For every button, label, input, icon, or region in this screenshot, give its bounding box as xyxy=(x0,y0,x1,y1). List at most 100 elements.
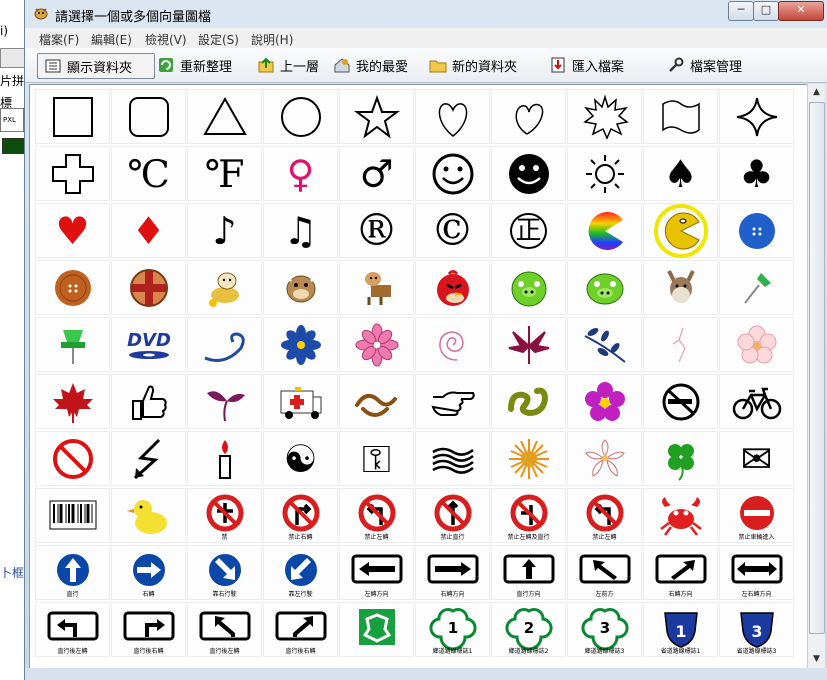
grid-item-pacman[interactable] xyxy=(643,203,718,258)
grid-item-triangle[interactable] xyxy=(187,89,262,144)
grid-item-left-diag-turn[interactable]: 直行後左轉 xyxy=(187,602,262,657)
grid-item-celsius[interactable]: ℃ xyxy=(111,146,186,201)
grid-item-no-left-straight[interactable]: 禁止左轉及直行 xyxy=(491,488,566,543)
new-folder-button[interactable]: 新的資料夾 xyxy=(429,53,517,77)
grid-item-thumbs-up[interactable] xyxy=(111,374,186,429)
grid-item-cow-sign[interactable] xyxy=(339,260,414,315)
grid-item-donkey[interactable] xyxy=(643,260,718,315)
grid-item-angry-bird-red[interactable] xyxy=(415,260,490,315)
manage-files-button[interactable]: 檔案管理 xyxy=(667,53,742,77)
grid-item-right-diag-turn[interactable]: 直行後右轉 xyxy=(263,602,338,657)
grid-item-cow-coins[interactable] xyxy=(187,260,262,315)
grid-item-square[interactable] xyxy=(35,89,110,144)
grid-item-envelope[interactable]: ✉ xyxy=(719,431,794,486)
grid-item-highway-1[interactable]: 1 省道路線標誌1 xyxy=(643,602,718,657)
grid-item-heart[interactable] xyxy=(415,89,490,144)
grid-item-club[interactable]: ♣ xyxy=(719,146,794,201)
grid-item-red-crab[interactable] xyxy=(643,488,718,543)
grid-item-right-direction-sign[interactable]: 右轉方向 xyxy=(415,545,490,600)
menu-settings[interactable]: 設定(S) xyxy=(198,31,239,48)
grid-item-recycle-box[interactable] xyxy=(339,602,414,657)
grid-item-no-u-turn[interactable]: 禁止左轉 xyxy=(567,488,642,543)
favorites-button[interactable]: 我的最愛 xyxy=(333,53,408,77)
show-folder-button[interactable]: 顯示資料夾 xyxy=(37,53,155,79)
menu-help[interactable]: 說明(H) xyxy=(251,31,293,48)
grid-item-female[interactable]: ♀ xyxy=(263,146,338,201)
grid-item-purple-flower[interactable] xyxy=(567,374,642,429)
grid-item-barcode[interactable] xyxy=(35,488,110,543)
grid-item-dvd-logo[interactable]: DVD xyxy=(111,317,186,372)
grid-item-beamed-notes[interactable]: ♫ xyxy=(263,203,338,258)
menu-file[interactable]: 檔案(F) xyxy=(39,31,79,48)
close-button[interactable]: ✕ xyxy=(778,1,824,21)
import-button[interactable]: 匯入檔案 xyxy=(549,53,624,77)
grid-item-lightning-arrow[interactable] xyxy=(111,431,186,486)
grid-item-rainbow-pacman[interactable] xyxy=(567,203,642,258)
grid-item-zheng-seal[interactable]: 正 xyxy=(491,203,566,258)
grid-item-pink-flower[interactable] xyxy=(339,317,414,372)
menu-edit[interactable]: 編輯(E) xyxy=(91,31,132,48)
grid-item-up-direction-sign[interactable]: 直行方向 xyxy=(491,545,566,600)
grid-item-heart-tilted[interactable] xyxy=(491,89,566,144)
grid-item-blue-flower[interactable] xyxy=(263,317,338,372)
refresh-button[interactable]: 重新整理 xyxy=(157,53,232,77)
grid-item-turn-right-sign[interactable]: 直行後右轉 xyxy=(111,602,186,657)
grid-item-no-right-turn[interactable]: 禁止右轉 xyxy=(263,488,338,543)
grid-item-red-heart[interactable]: ♥ xyxy=(35,203,110,258)
grid-item-blue-button[interactable] xyxy=(719,203,794,258)
grid-item-highway-3[interactable]: 3 省道路線標誌3 xyxy=(719,602,794,657)
grid-item-green-pushpin[interactable] xyxy=(719,260,794,315)
grid-item-green-pig[interactable] xyxy=(491,260,566,315)
scroll-thumb[interactable] xyxy=(809,102,825,634)
grid-item-eighth-note[interactable]: ♪ xyxy=(187,203,262,258)
grid-item-sunflower[interactable] xyxy=(491,431,566,486)
grid-item-diagonal-sign[interactable]: 靠右行駛 xyxy=(187,545,262,600)
grid-item-no-entry-sign[interactable]: 禁 xyxy=(187,488,262,543)
grid-item-ambulance[interactable] xyxy=(263,374,338,429)
title-bar[interactable]: 請選擇一個或多個向量圖檔 ─ □ ✕ xyxy=(25,0,827,26)
grid-item-bicycle[interactable] xyxy=(719,374,794,429)
grid-item-white-flower[interactable] xyxy=(567,431,642,486)
grid-item-registered[interactable]: ® xyxy=(339,203,414,258)
grid-item-left-direction-sign[interactable]: 左轉方向 xyxy=(339,545,414,600)
grid-item-cow[interactable] xyxy=(263,260,338,315)
grid-item-smiley[interactable] xyxy=(415,146,490,201)
grid-item-fahrenheit[interactable]: ℉ xyxy=(187,146,262,201)
grid-item-do-not-enter[interactable]: 禁止車輛進入 xyxy=(719,488,794,543)
maximize-button[interactable]: □ xyxy=(753,1,779,21)
grid-item-right-arrow-sign[interactable]: 右轉 xyxy=(111,545,186,600)
grid-item-route-2[interactable]: 2 鄉道路線標誌2 xyxy=(491,602,566,657)
grid-item-patterned-button[interactable] xyxy=(111,260,186,315)
grid-item-starburst[interactable] xyxy=(567,89,642,144)
grid-item-copyright[interactable]: © xyxy=(415,203,490,258)
grid-item-cross[interactable] xyxy=(35,146,110,201)
grid-item-rounded-square[interactable] xyxy=(111,89,186,144)
grid-item-no-straight[interactable]: 禁止直行 xyxy=(415,488,490,543)
grid-item-spiral[interactable] xyxy=(415,317,490,372)
grid-item-orange-button[interactable] xyxy=(35,260,110,315)
grid-item-spade[interactable]: ♠ xyxy=(643,146,718,201)
grid-item-maroon-leaf[interactable] xyxy=(491,317,566,372)
grid-item-swirl[interactable] xyxy=(187,317,262,372)
grid-item-green-ornament[interactable] xyxy=(491,374,566,429)
grid-item-route-3[interactable]: 3 鄉道路線標誌3 xyxy=(567,602,642,657)
grid-item-key[interactable]: ⚿ xyxy=(339,431,414,486)
grid-item-sakura[interactable] xyxy=(719,317,794,372)
grid-item-yin-yang[interactable]: ☯ xyxy=(263,431,338,486)
scroll-down-arrow[interactable]: ▼ xyxy=(808,651,825,668)
grid-item-sun[interactable] xyxy=(567,146,642,201)
grid-item-turn-left-sign[interactable]: 直行後左轉 xyxy=(35,602,110,657)
grid-item-no-smoking[interactable] xyxy=(643,374,718,429)
grid-item-pointing-hand[interactable] xyxy=(415,374,490,429)
grid-item-pushpin[interactable] xyxy=(35,317,110,372)
grid-item-straight-arrow-sign[interactable]: 直行 xyxy=(35,545,110,600)
grid-item-star[interactable] xyxy=(339,89,414,144)
minimize-button[interactable]: ─ xyxy=(728,1,754,21)
grid-item-four-point-star[interactable] xyxy=(719,89,794,144)
grid-item-branch-leaves[interactable] xyxy=(567,317,642,372)
grid-item-circle[interactable] xyxy=(263,89,338,144)
grid-item-left-diag-sign[interactable]: 左前方 xyxy=(567,545,642,600)
grid-item-male[interactable]: ♂ xyxy=(339,146,414,201)
grid-item-candle[interactable] xyxy=(187,431,262,486)
grid-item-prohibition[interactable] xyxy=(35,431,110,486)
